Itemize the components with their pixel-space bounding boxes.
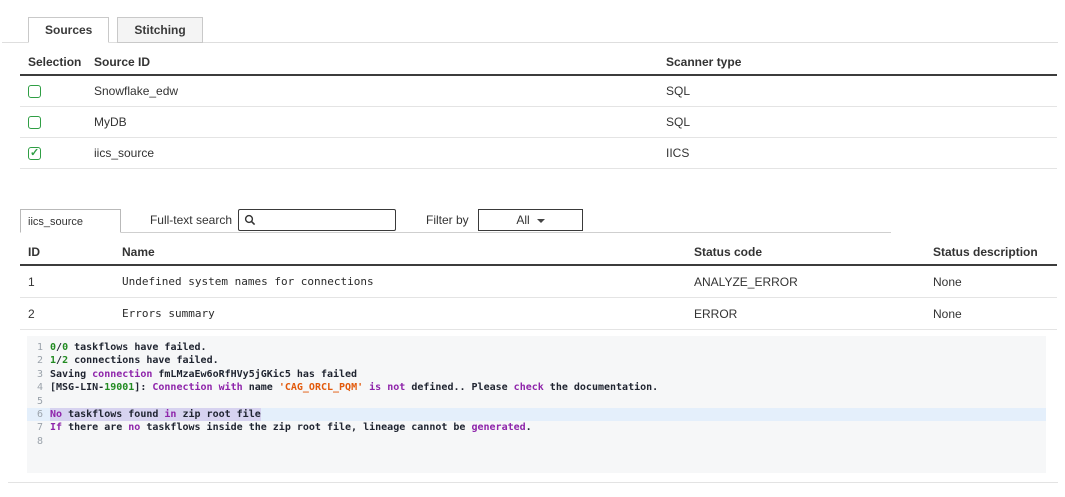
- log-line-number: 5: [27, 395, 43, 408]
- log-line-number: 4: [27, 381, 43, 394]
- issue-id-cell: 1: [28, 275, 122, 289]
- sources-table: Selection Source ID Scanner type Snowfla…: [20, 49, 1057, 169]
- log-line-text: [MSG-LIN-19001]: Connection with name 'C…: [50, 381, 658, 394]
- table-row[interactable]: Snowflake_edwSQL: [20, 76, 1057, 107]
- bottom-divider: [8, 482, 1058, 483]
- column-header-selection: Selection: [28, 55, 94, 69]
- filter-dropdown-value: All: [516, 213, 529, 227]
- log-line-number: 7: [27, 421, 43, 434]
- status-code-cell: ANALYZE_ERROR: [694, 275, 933, 289]
- column-header-status-description: Status description: [933, 245, 1057, 259]
- log-line-text: 0/0 taskflows have failed.: [50, 341, 207, 354]
- source-id-cell: iics_source: [94, 146, 666, 160]
- top-tab-bar: Sources Stitching: [2, 0, 1058, 43]
- log-line-text: No taskflows found in zip root file: [50, 408, 261, 421]
- status-code-cell: ERROR: [694, 307, 933, 321]
- status-description-cell: None: [933, 275, 1057, 289]
- log-line: 8: [27, 435, 1046, 448]
- row-checkbox[interactable]: [28, 116, 41, 129]
- table-row[interactable]: iics_sourceIICS: [20, 138, 1057, 169]
- search-input[interactable]: [260, 212, 391, 228]
- full-text-search-label: Full-text search: [120, 213, 232, 227]
- log-line-number: 2: [27, 354, 43, 367]
- log-line-text: Saving connection fmLMzaEw6oRfHVy5jGKic5…: [50, 368, 357, 381]
- column-header-status-code: Status code: [694, 245, 933, 259]
- error-log-viewer[interactable]: 1 0/0 taskflows have failed. 2 1/2 connecti…: [27, 336, 1046, 473]
- log-line-number: 3: [27, 368, 43, 381]
- status-description-cell: None: [933, 307, 1057, 321]
- selection-cell: [28, 147, 94, 160]
- log-line: 2 1/2 connections have failed.: [27, 354, 1046, 367]
- log-line-text: 1/2 connections have failed.: [50, 354, 219, 367]
- search-icon: [244, 214, 256, 226]
- log-line: 5: [27, 395, 1046, 408]
- tab-iics-source[interactable]: iics_source: [20, 209, 121, 233]
- scanner-type-cell: SQL: [666, 84, 1057, 98]
- toolbar-underline: [20, 232, 891, 233]
- column-header-scanner-type: Scanner type: [666, 55, 1057, 69]
- sources-table-body: Snowflake_edwSQLMyDBSQLiics_sourceIICS: [20, 76, 1057, 169]
- log-line-number: 8: [27, 435, 43, 448]
- log-line-number: 1: [27, 341, 43, 354]
- scanner-report-screen: Sources Stitching Selection Source ID Sc…: [0, 0, 1065, 497]
- scanner-type-cell: SQL: [666, 115, 1057, 129]
- column-header-source-id: Source ID: [94, 55, 666, 69]
- column-header-id: ID: [28, 245, 122, 259]
- selection-cell: [28, 116, 94, 129]
- log-line-text: If there are no taskflows inside the zip…: [50, 421, 532, 434]
- table-row[interactable]: MyDBSQL: [20, 107, 1057, 138]
- issues-table-body: 1Undefined system names for connectionsA…: [20, 266, 1057, 330]
- selection-cell: [28, 85, 94, 98]
- issues-table: ID Name Status code Status description 1…: [20, 239, 1057, 330]
- log-line: 6 No taskflows found in zip root file: [27, 408, 1046, 421]
- log-line: 1 0/0 taskflows have failed.: [27, 341, 1046, 354]
- log-line-number: 6: [27, 408, 43, 421]
- source-id-cell: Snowflake_edw: [94, 84, 666, 98]
- tab-sources[interactable]: Sources: [28, 17, 109, 43]
- row-checkbox[interactable]: [28, 147, 41, 160]
- tab-stitching[interactable]: Stitching: [117, 17, 202, 43]
- chevron-down-icon: [537, 219, 545, 223]
- filter-by-label: Filter by: [426, 213, 469, 227]
- issue-name-cell: Undefined system names for connections: [122, 275, 694, 288]
- issue-name-cell: Errors summary: [122, 307, 694, 320]
- table-row[interactable]: 2Errors summaryERRORNone: [20, 298, 1057, 330]
- log-line: 4 [MSG-LIN-19001]: Connection with name '…: [27, 381, 1046, 394]
- log-line: 7 If there are no taskflows inside the zi…: [27, 421, 1046, 434]
- issues-table-header: ID Name Status code Status description: [20, 239, 1057, 266]
- issues-toolbar: iics_source Full-text search Filter by A…: [0, 206, 1065, 234]
- source-id-cell: MyDB: [94, 115, 666, 129]
- table-row[interactable]: 1Undefined system names for connectionsA…: [20, 266, 1057, 298]
- scanner-type-cell: IICS: [666, 146, 1057, 160]
- row-checkbox[interactable]: [28, 85, 41, 98]
- filter-dropdown[interactable]: All: [478, 209, 583, 231]
- column-header-name: Name: [122, 245, 694, 259]
- issue-id-cell: 2: [28, 307, 122, 321]
- search-box[interactable]: [238, 209, 396, 231]
- sources-table-header: Selection Source ID Scanner type: [20, 49, 1057, 76]
- log-line: 3 Saving connection fmLMzaEw6oRfHVy5jGKic…: [27, 368, 1046, 381]
